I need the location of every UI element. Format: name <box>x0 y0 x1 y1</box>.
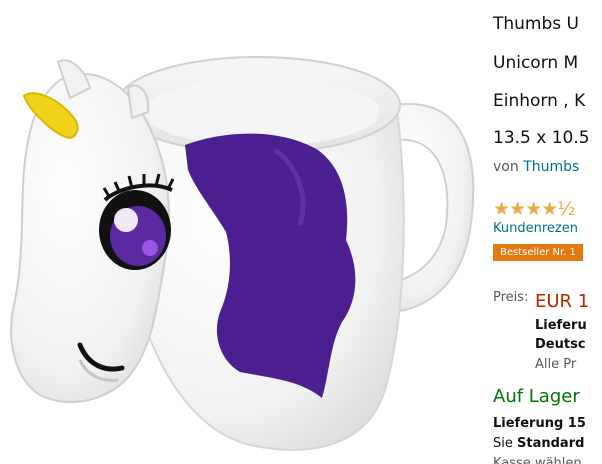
byline-prefix: von <box>493 159 519 175</box>
reviews-link[interactable]: Kundenrezen <box>493 221 578 236</box>
shipping-line-1: Lieferu <box>535 318 587 333</box>
standard-prefix: Sie <box>493 436 513 451</box>
unicorn-mug-illustration <box>10 56 475 451</box>
rating-stars[interactable]: ★★★★½ <box>493 198 576 220</box>
product-title-line-2[interactable]: Unicorn M <box>493 53 578 73</box>
checkout-cutoff: Kasse wählen <box>493 456 582 464</box>
product-title-line-4[interactable]: 13.5 x 10.5 <box>493 128 590 148</box>
bestseller-badge[interactable]: Bestseller Nr. 1 <box>493 244 583 261</box>
standard-label: Standard <box>517 436 585 451</box>
standard-shipping-line: Sie Standard <box>493 436 584 451</box>
product-title-line-1[interactable]: Thumbs U <box>493 14 579 34</box>
product-title-line-3[interactable]: Einhorn , K <box>493 91 585 111</box>
brand-byline: von Thumbs <box>493 159 579 175</box>
price-label: Preis: <box>493 290 529 305</box>
shipping-line-3: Alle Pr <box>535 357 577 372</box>
brand-link[interactable]: Thumbs <box>523 159 579 175</box>
price-value: EUR 1 <box>535 291 590 312</box>
delivery-info: Lieferung 15 <box>493 416 586 431</box>
product-image[interactable] <box>0 0 486 464</box>
shipping-line-2: Deutsc <box>535 337 586 352</box>
stock-status: Auf Lager <box>493 386 580 407</box>
product-details-panel: Thumbs U Unicorn M Einhorn , K 13.5 x 10… <box>493 0 602 464</box>
